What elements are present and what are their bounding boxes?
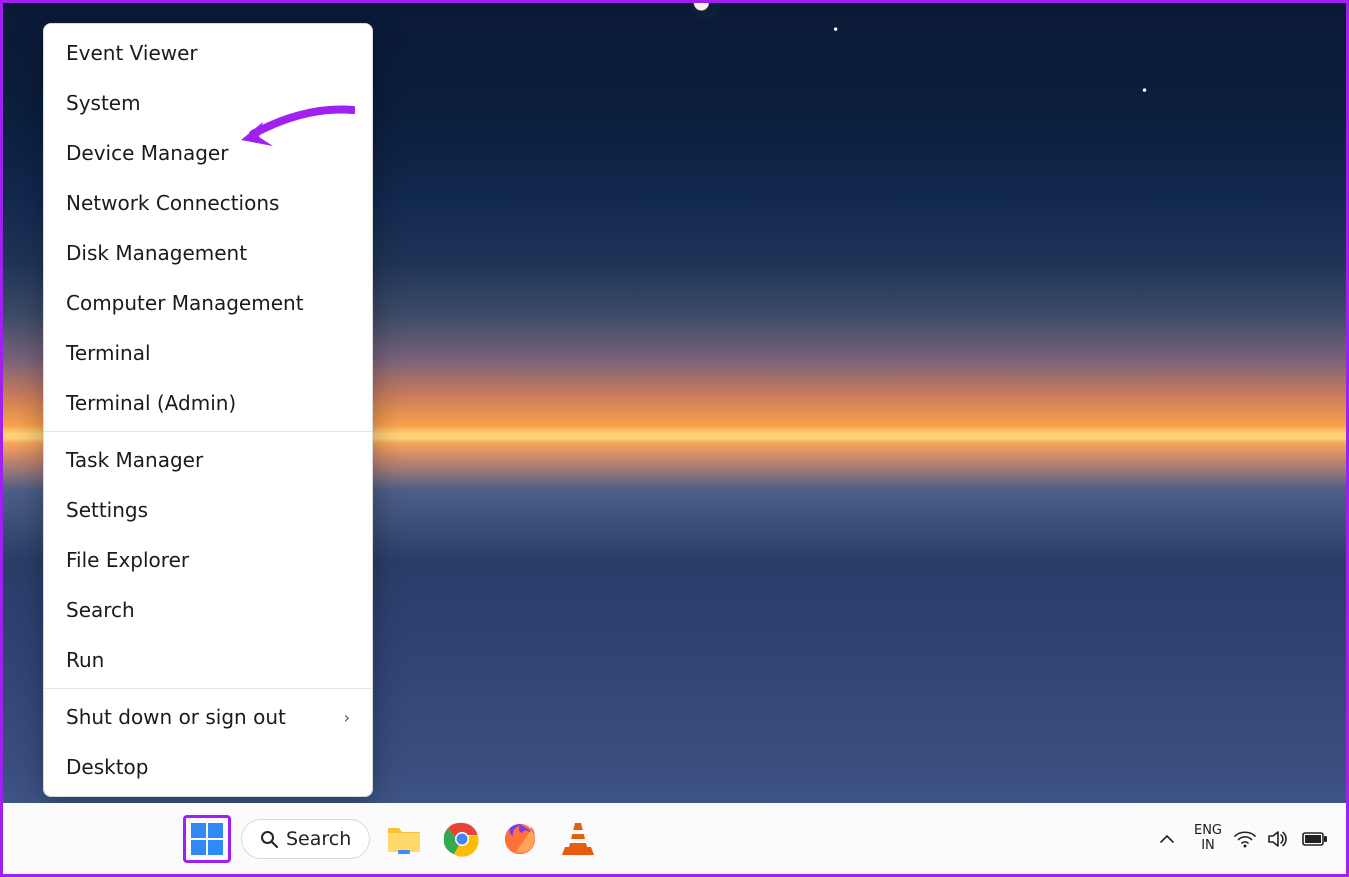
menu-item-label: Task Manager [66,448,203,472]
chevron-up-icon [1159,831,1175,847]
menu-item-label: Shut down or sign out [66,705,286,729]
menu-item-search[interactable]: Search [44,585,372,635]
firefox-icon [502,821,538,857]
volume-icon[interactable] [1268,830,1290,848]
menu-item-device-manager[interactable]: Device Manager [44,128,372,178]
taskbar: Search [3,803,1346,874]
menu-item-label: Settings [66,498,148,522]
menu-item-label: Desktop [66,755,148,779]
menu-item-computer-management[interactable]: Computer Management [44,278,372,328]
search-icon [260,830,278,848]
start-button[interactable] [183,815,231,863]
taskbar-app-file-explorer[interactable] [380,815,428,863]
taskbar-system-tray: ENG IN [1152,803,1328,874]
menu-item-task-manager[interactable]: Task Manager [44,435,372,485]
taskbar-app-vlc[interactable] [554,815,602,863]
menu-item-label: Event Viewer [66,41,198,65]
taskbar-app-chrome[interactable] [438,815,486,863]
menu-item-disk-management[interactable]: Disk Management [44,228,372,278]
menu-item-label: Network Connections [66,191,279,215]
menu-item-event-viewer[interactable]: Event Viewer [44,28,372,78]
file-explorer-icon [386,822,422,856]
menu-item-label: Device Manager [66,141,228,165]
screenshot-frame: Event Viewer System Device Manager Netwo… [0,0,1349,877]
chevron-right-icon: › [344,708,350,727]
wifi-icon[interactable] [1234,830,1256,848]
menu-item-label: Terminal (Admin) [66,391,236,415]
menu-separator [44,688,372,689]
menu-item-label: Disk Management [66,241,247,265]
menu-item-system[interactable]: System [44,78,372,128]
menu-item-label: System [66,91,141,115]
menu-item-file-explorer[interactable]: File Explorer [44,535,372,585]
winx-context-menu: Event Viewer System Device Manager Netwo… [43,23,373,797]
menu-item-terminal-admin[interactable]: Terminal (Admin) [44,378,372,428]
taskbar-app-firefox[interactable] [496,815,544,863]
language-indicator[interactable]: ENG IN [1194,824,1222,854]
taskbar-search[interactable]: Search [241,819,370,859]
menu-item-label: Terminal [66,341,151,365]
vlc-icon [561,821,595,857]
chrome-icon [444,821,480,857]
menu-item-shutdown-signout[interactable]: Shut down or sign out › [44,692,372,742]
battery-icon[interactable] [1302,831,1328,847]
search-label: Search [286,828,351,850]
menu-item-settings[interactable]: Settings [44,485,372,535]
tray-overflow-button[interactable] [1152,815,1182,863]
windows-logo-icon [190,822,224,856]
menu-separator [44,431,372,432]
lang-line2: IN [1194,839,1222,854]
menu-item-label: Run [66,648,104,672]
menu-item-label: File Explorer [66,548,189,572]
menu-item-run[interactable]: Run [44,635,372,685]
menu-item-desktop[interactable]: Desktop [44,742,372,792]
taskbar-center: Search [183,815,602,863]
menu-item-label: Computer Management [66,291,304,315]
lang-line1: ENG [1194,824,1222,839]
menu-item-network-connections[interactable]: Network Connections [44,178,372,228]
menu-item-terminal[interactable]: Terminal [44,328,372,378]
menu-item-label: Search [66,598,135,622]
